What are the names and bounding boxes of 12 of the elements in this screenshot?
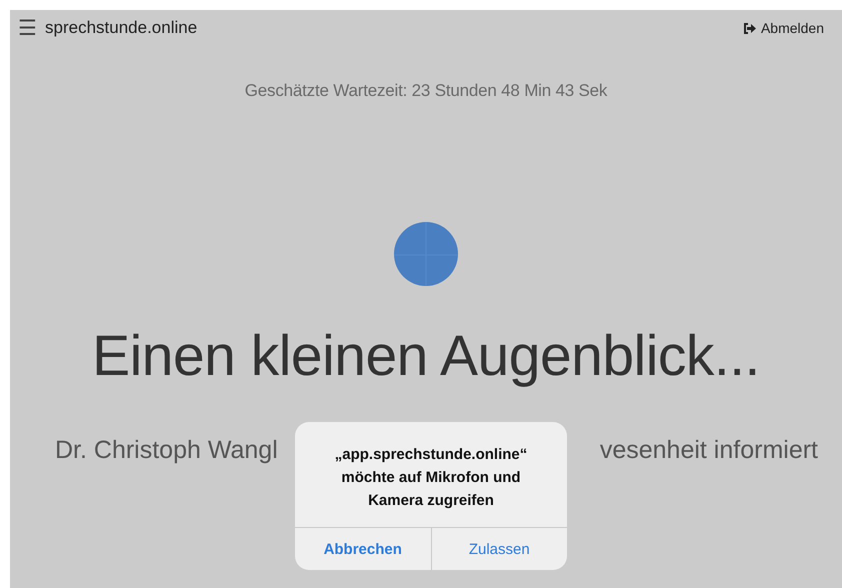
sign-out-icon <box>742 22 756 34</box>
site-title: sprechstunde.online <box>45 18 198 38</box>
wait-time-text: Geschätzte Wartezeit: 23 Stunden 48 Min 43 Sek <box>244 81 608 101</box>
menu-icon[interactable]: ☰ <box>18 18 37 38</box>
loading-spinner-icon <box>394 222 458 286</box>
dialog-message: „app.sprechstunde.online“ möchte auf Mikrofon und Kamera zugreifen <box>334 445 528 511</box>
logout-button[interactable]: Abmelden <box>742 20 824 36</box>
subtitle-text: vesenheit informiert <box>600 436 818 465</box>
heading: Einen kleinen Augenblick... <box>91 323 761 389</box>
dialog-button[interactable]: Zulassen <box>430 528 567 570</box>
dialog-button[interactable]: Abbrechen <box>295 528 430 570</box>
subtitle-text: Dr. Christoph Wangl <box>55 436 278 465</box>
